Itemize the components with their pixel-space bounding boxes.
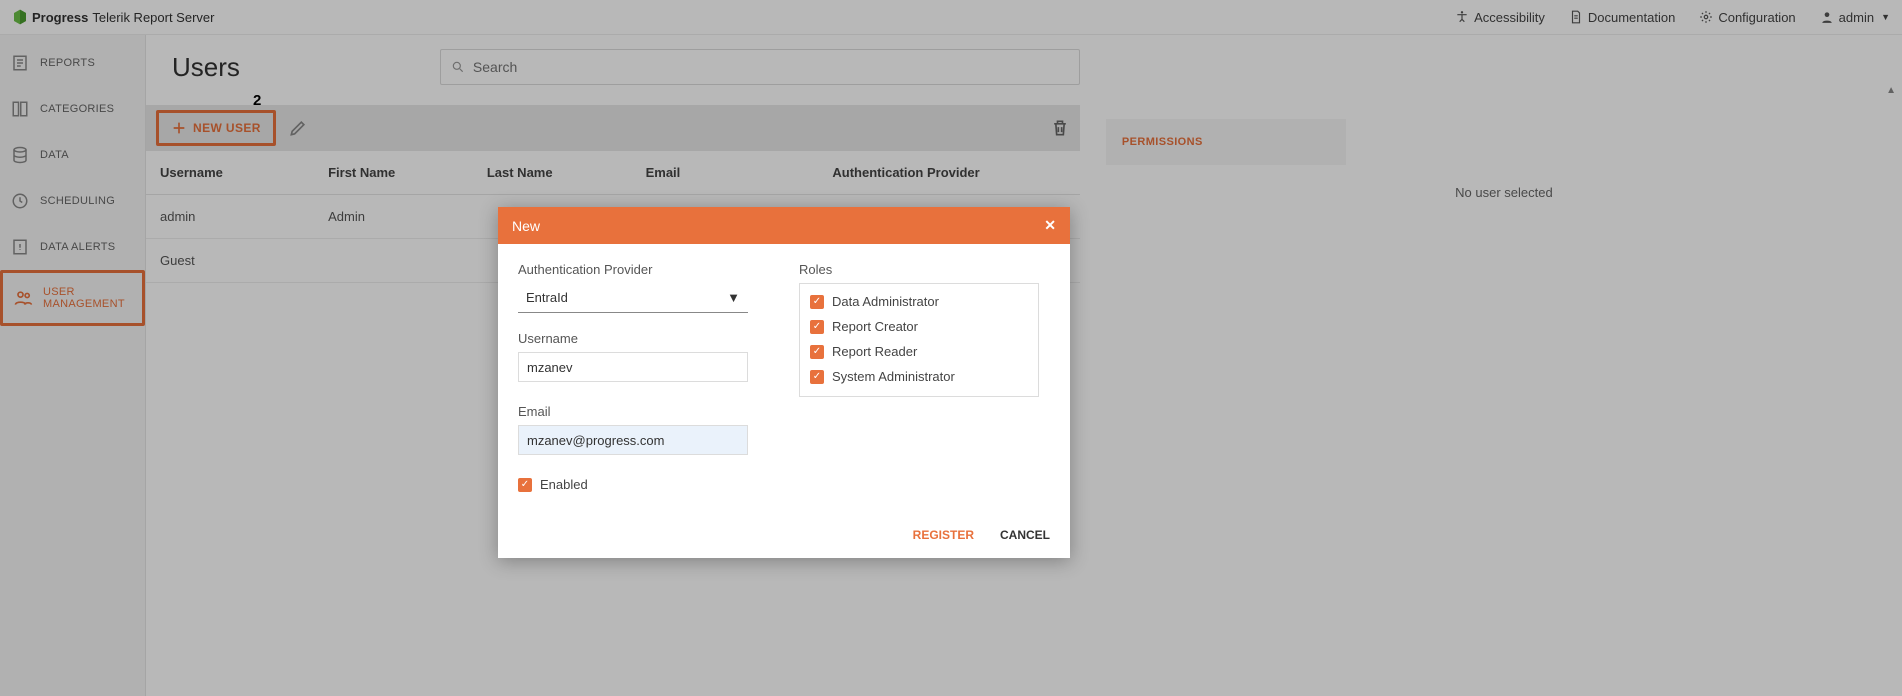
checkbox-icon: ✓	[810, 295, 824, 309]
register-button[interactable]: REGISTER	[913, 528, 974, 542]
enabled-label: Enabled	[540, 477, 588, 492]
new-user-modal: New ✕ Authentication Provider EntraId ▼ …	[498, 207, 1070, 558]
cancel-button[interactable]: CANCEL	[1000, 528, 1050, 542]
checkbox-icon: ✓	[810, 345, 824, 359]
role-checkbox[interactable]: ✓ System Administrator	[810, 369, 1028, 384]
checkbox-icon: ✓	[810, 320, 824, 334]
close-button[interactable]: ✕	[1044, 217, 1056, 234]
role-checkbox[interactable]: ✓ Data Administrator	[810, 294, 1028, 309]
role-label: Data Administrator	[832, 294, 939, 309]
close-icon: ✕	[1044, 217, 1056, 233]
email-input[interactable]	[518, 425, 748, 455]
modal-right-column: Roles ✓ Data Administrator ✓ Report Creato…	[799, 262, 1050, 502]
modal-header: New ✕	[498, 207, 1070, 244]
username-input[interactable]	[518, 352, 748, 382]
email-label: Email	[518, 404, 769, 419]
checkbox-icon: ✓	[810, 370, 824, 384]
role-label: Report Reader	[832, 344, 917, 359]
modal-title: New	[512, 218, 540, 234]
role-checkbox[interactable]: ✓ Report Creator	[810, 319, 1028, 334]
modal-left-column: Authentication Provider EntraId ▼ Userna…	[518, 262, 769, 502]
checkbox-icon: ✓	[518, 478, 532, 492]
role-label: System Administrator	[832, 369, 955, 384]
roles-label: Roles	[799, 262, 1050, 277]
auth-provider-select[interactable]: EntraId ▼	[518, 283, 748, 313]
auth-provider-label: Authentication Provider	[518, 262, 769, 277]
roles-list: ✓ Data Administrator ✓ Report Creator ✓ Rep…	[799, 283, 1039, 397]
modal-footer: REGISTER CANCEL	[498, 512, 1070, 558]
chevron-down-icon: ▼	[727, 290, 740, 305]
role-checkbox[interactable]: ✓ Report Reader	[810, 344, 1028, 359]
enabled-checkbox-row[interactable]: ✓ Enabled	[518, 477, 769, 492]
select-value: EntraId	[526, 290, 568, 305]
username-label: Username	[518, 331, 769, 346]
role-label: Report Creator	[832, 319, 918, 334]
